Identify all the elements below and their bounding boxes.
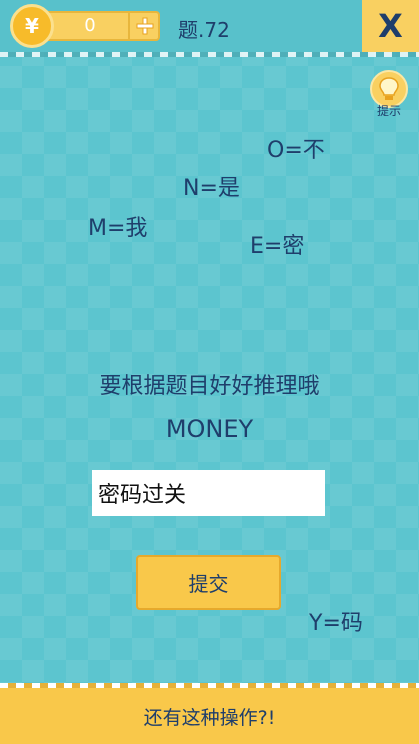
top-bar-edge: [0, 52, 419, 57]
plus-icon: [136, 17, 154, 35]
submit-button[interactable]: 提交: [136, 555, 281, 610]
clue-o: O=不: [267, 138, 325, 163]
level-label: 题.72: [178, 18, 230, 42]
clue-n: N=是: [183, 176, 240, 201]
coin-symbol: ¥: [25, 14, 39, 38]
hint-button[interactable]: 提示: [366, 70, 412, 118]
question-text: 要根据题目好好推理哦: [99, 374, 320, 399]
close-icon: X: [378, 7, 403, 45]
close-button[interactable]: X: [362, 0, 419, 52]
coin-icon: ¥: [10, 4, 54, 48]
clue-e: E=密: [250, 234, 305, 259]
coin-count: 0: [84, 15, 96, 36]
puzzle-word: MONEY: [165, 415, 254, 443]
bottom-banner[interactable]: 还有这种操作?!: [0, 688, 419, 744]
hint-label: 提示: [376, 104, 401, 118]
answer-input[interactable]: [92, 470, 325, 516]
add-coins-button[interactable]: [128, 12, 160, 40]
clue-y: Y=码: [309, 611, 363, 636]
clue-m: M=我: [88, 216, 148, 241]
